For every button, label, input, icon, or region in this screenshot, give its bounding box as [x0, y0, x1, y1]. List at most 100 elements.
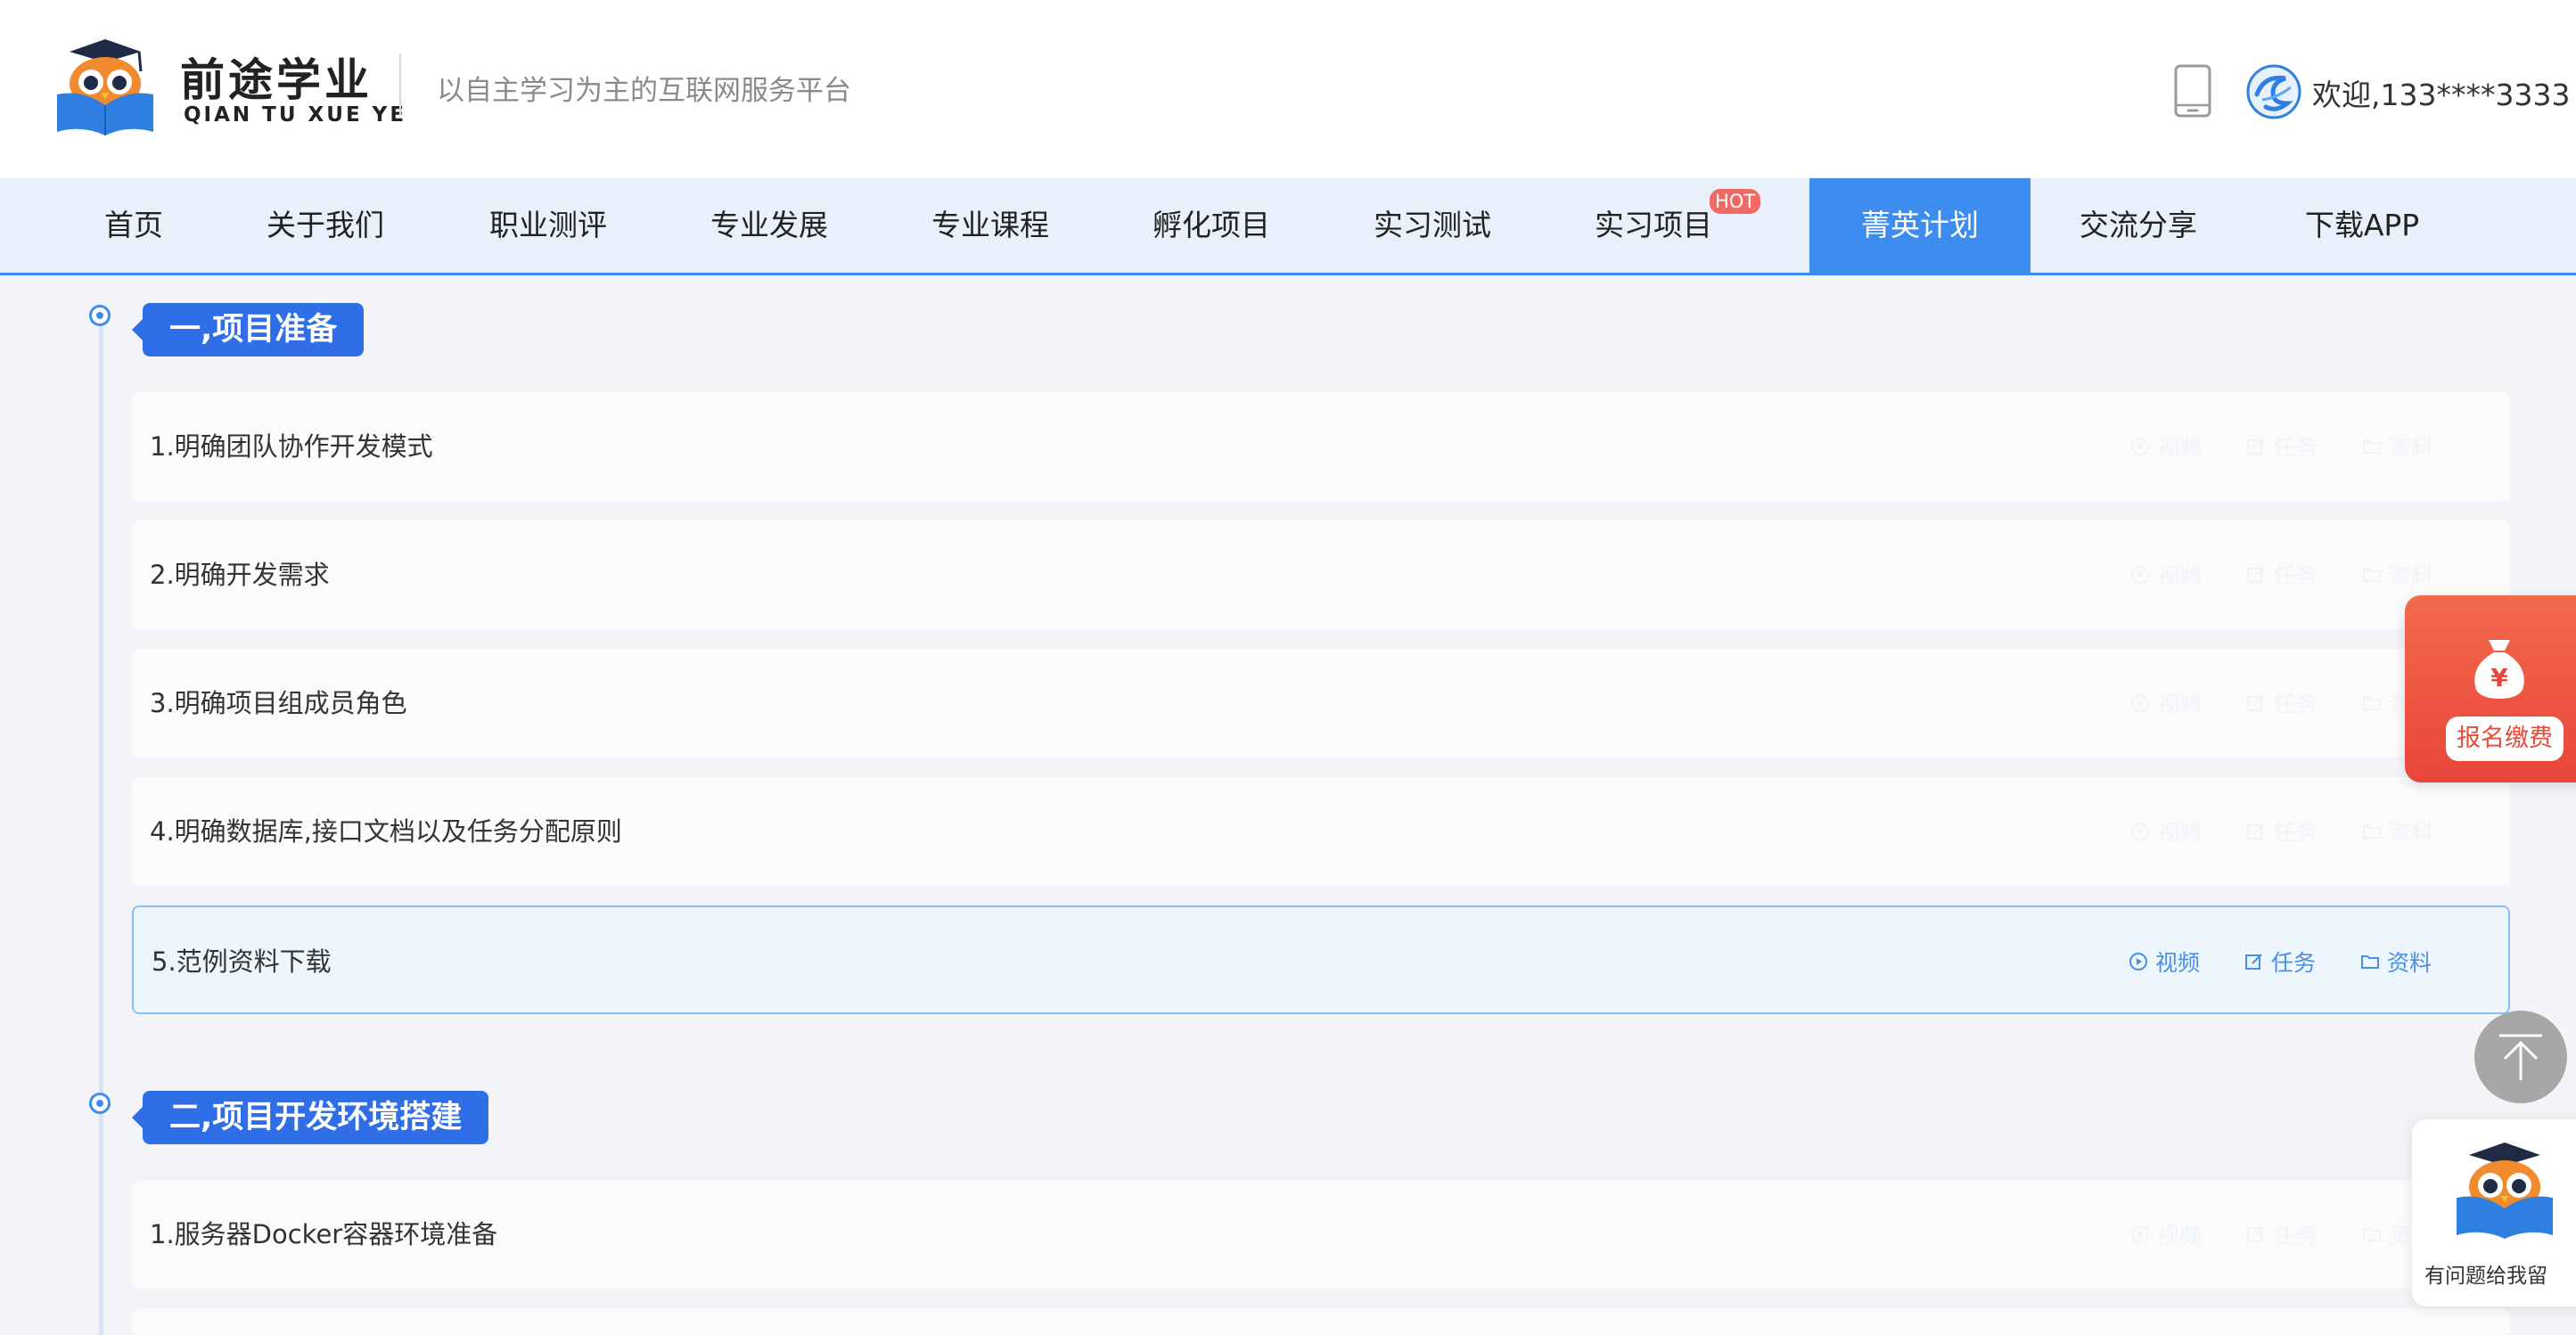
nav-item-elite-plan[interactable]: 菁英计划: [1809, 178, 2030, 273]
edit-icon: [2246, 438, 2264, 455]
lesson-actions: 视频 任务 资料: [2130, 777, 2433, 886]
material-link[interactable]: 资料: [2362, 559, 2433, 591]
nav-item-intern-project[interactable]: 实习项目: [1587, 178, 1720, 273]
material-link[interactable]: 资料: [2360, 946, 2432, 978]
nav-item-major-dev[interactable]: 专业发展: [702, 178, 836, 273]
lesson-actions: 视频 任务 资料: [2130, 392, 2433, 501]
edit-icon: [2246, 695, 2264, 711]
lesson-title: 1.明确团队协作开发模式: [150, 431, 433, 462]
folder-icon: [2360, 955, 2379, 969]
task-link[interactable]: 任务: [2246, 815, 2318, 848]
play-circle-icon: [2130, 694, 2149, 712]
task-link[interactable]: 任务: [2246, 1218, 2318, 1250]
nav-item-intern-test[interactable]: 实习测试: [1366, 178, 1499, 273]
lesson-title: 3.明确项目组成员角色: [150, 688, 407, 718]
back-to-top-button[interactable]: [2474, 1011, 2567, 1103]
nav-item-download-app[interactable]: 下载APP: [2291, 178, 2433, 273]
slogan: 以自主学习为主的互联网服务平台: [437, 75, 851, 107]
folder-icon: [2362, 825, 2381, 839]
material-label: 资料: [2388, 820, 2433, 846]
video-label: 视频: [2156, 435, 2202, 461]
lesson-title: 1.服务器Docker容器环境准备: [150, 1219, 498, 1249]
owl-mascot-icon: [2457, 1143, 2553, 1239]
lesson-title: 4.明确数据库,接口文档以及任务分配原则: [150, 816, 622, 847]
play-circle-icon: [2130, 1225, 2149, 1243]
owl-logo-icon[interactable]: [52, 36, 159, 135]
feedback-label: 有问题给我留: [2424, 1265, 2547, 1288]
material-label: 资料: [2388, 563, 2433, 589]
brand-name-en: QIAN TU XUE YE: [184, 103, 407, 127]
welcome-user[interactable]: 欢迎,133****3333: [2312, 71, 2570, 114]
nav-item-about[interactable]: 关于我们: [258, 178, 392, 273]
lesson-row[interactable]: 2.明确开发需求 视频 任务 资料: [132, 520, 2510, 629]
task-label: 任务: [2272, 435, 2318, 461]
video-link[interactable]: 视频: [2129, 946, 2200, 978]
hot-badge: HOT: [1710, 189, 1761, 214]
material-label: 资料: [2388, 435, 2433, 461]
task-label: 任务: [2272, 692, 2318, 717]
lesson-row[interactable]: 4.明确数据库,接口文档以及任务分配原则 视频 任务 资料: [132, 777, 2510, 886]
section-title: 二,项目开发环境搭建: [131, 1091, 489, 1144]
nav-item-home[interactable]: 首页: [80, 178, 187, 273]
task-label: 任务: [2272, 1223, 2318, 1249]
folder-icon: [2362, 1228, 2381, 1241]
task-link[interactable]: 任务: [2246, 687, 2318, 719]
feedback-widget[interactable]: 有问题给我留: [2412, 1119, 2576, 1306]
video-label: 视频: [2154, 950, 2200, 976]
pay-fee-button[interactable]: ¥ 报名缴费: [2405, 595, 2576, 782]
nav-item-incubation[interactable]: 孵化项目: [1144, 178, 1278, 273]
lesson-row[interactable]: [132, 1308, 2510, 1335]
lesson-actions: 视频 任务 资料: [2130, 649, 2433, 758]
material-link[interactable]: 资料: [2362, 430, 2433, 463]
video-label: 视频: [2156, 820, 2202, 846]
money-bag-icon: ¥: [2474, 640, 2524, 699]
task-label: 任务: [2272, 820, 2318, 846]
timeline-line: [99, 312, 103, 1335]
folder-icon: [2362, 569, 2381, 582]
video-link[interactable]: 视频: [2130, 687, 2202, 719]
task-link[interactable]: 任务: [2244, 946, 2316, 978]
lesson-actions: 视频 任务 资料: [2129, 907, 2432, 1016]
task-link[interactable]: 任务: [2246, 559, 2318, 591]
folder-icon: [2362, 697, 2381, 710]
edit-icon: [2246, 567, 2264, 583]
timeline-dot-icon: [89, 1093, 111, 1114]
video-link[interactable]: 视频: [2130, 815, 2202, 848]
material-link[interactable]: 资料: [2362, 815, 2433, 848]
edit-icon: [2246, 1226, 2264, 1242]
lesson-row[interactable]: 1.服务器Docker容器环境准备 视频 任务 资料: [132, 1180, 2510, 1289]
video-link[interactable]: 视频: [2130, 559, 2202, 591]
arrow-up-icon: [2499, 1034, 2542, 1080]
video-link[interactable]: 视频: [2130, 1218, 2202, 1250]
mobile-phone-icon[interactable]: [2173, 64, 2212, 118]
user-avatar-icon[interactable]: [2246, 64, 2301, 119]
task-label: 任务: [2270, 950, 2316, 976]
lesson-row-selected[interactable]: 5.范例资料下载 视频 任务 资料: [132, 905, 2510, 1014]
header: 前途学业 QIAN TU XUE YE 以自主学习为主的互联网服务平台 欢迎,1…: [0, 0, 2576, 178]
lesson-actions: 视频 任务 资料: [2130, 1180, 2433, 1289]
video-label: 视频: [2156, 1223, 2202, 1249]
task-link[interactable]: 任务: [2246, 430, 2318, 463]
play-circle-icon: [2130, 566, 2149, 584]
pay-fee-label: 报名缴费: [2446, 717, 2564, 761]
timeline-dot-icon: [89, 305, 111, 326]
svg-text:¥: ¥: [2490, 663, 2508, 692]
lesson-row[interactable]: 3.明确项目组成员角色 视频 任务 资料: [132, 649, 2510, 758]
video-link[interactable]: 视频: [2130, 430, 2202, 463]
lesson-row[interactable]: 1.明确团队协作开发模式 视频 任务 资料: [132, 392, 2510, 501]
section-title: 一,项目准备: [131, 303, 365, 356]
material-label: 资料: [2386, 950, 2432, 976]
task-label: 任务: [2272, 563, 2318, 589]
main-nav: 首页 关于我们 职业测评 专业发展 专业课程 孵化项目 实习测试 实习项目 菁英…: [0, 178, 2576, 275]
video-label: 视频: [2156, 563, 2202, 589]
brand-divider: [399, 53, 401, 116]
play-circle-icon: [2130, 823, 2149, 840]
lesson-title: 5.范例资料下载: [152, 946, 332, 977]
play-circle-icon: [2129, 953, 2147, 971]
nav-item-courses[interactable]: 专业课程: [923, 178, 1057, 273]
brand-name: 前途学业: [180, 54, 373, 106]
nav-item-career-test[interactable]: 职业测评: [481, 178, 615, 273]
lesson-title: 2.明确开发需求: [150, 560, 330, 590]
nav-item-community[interactable]: 交流分享: [2071, 178, 2205, 273]
edit-icon: [2244, 954, 2262, 970]
